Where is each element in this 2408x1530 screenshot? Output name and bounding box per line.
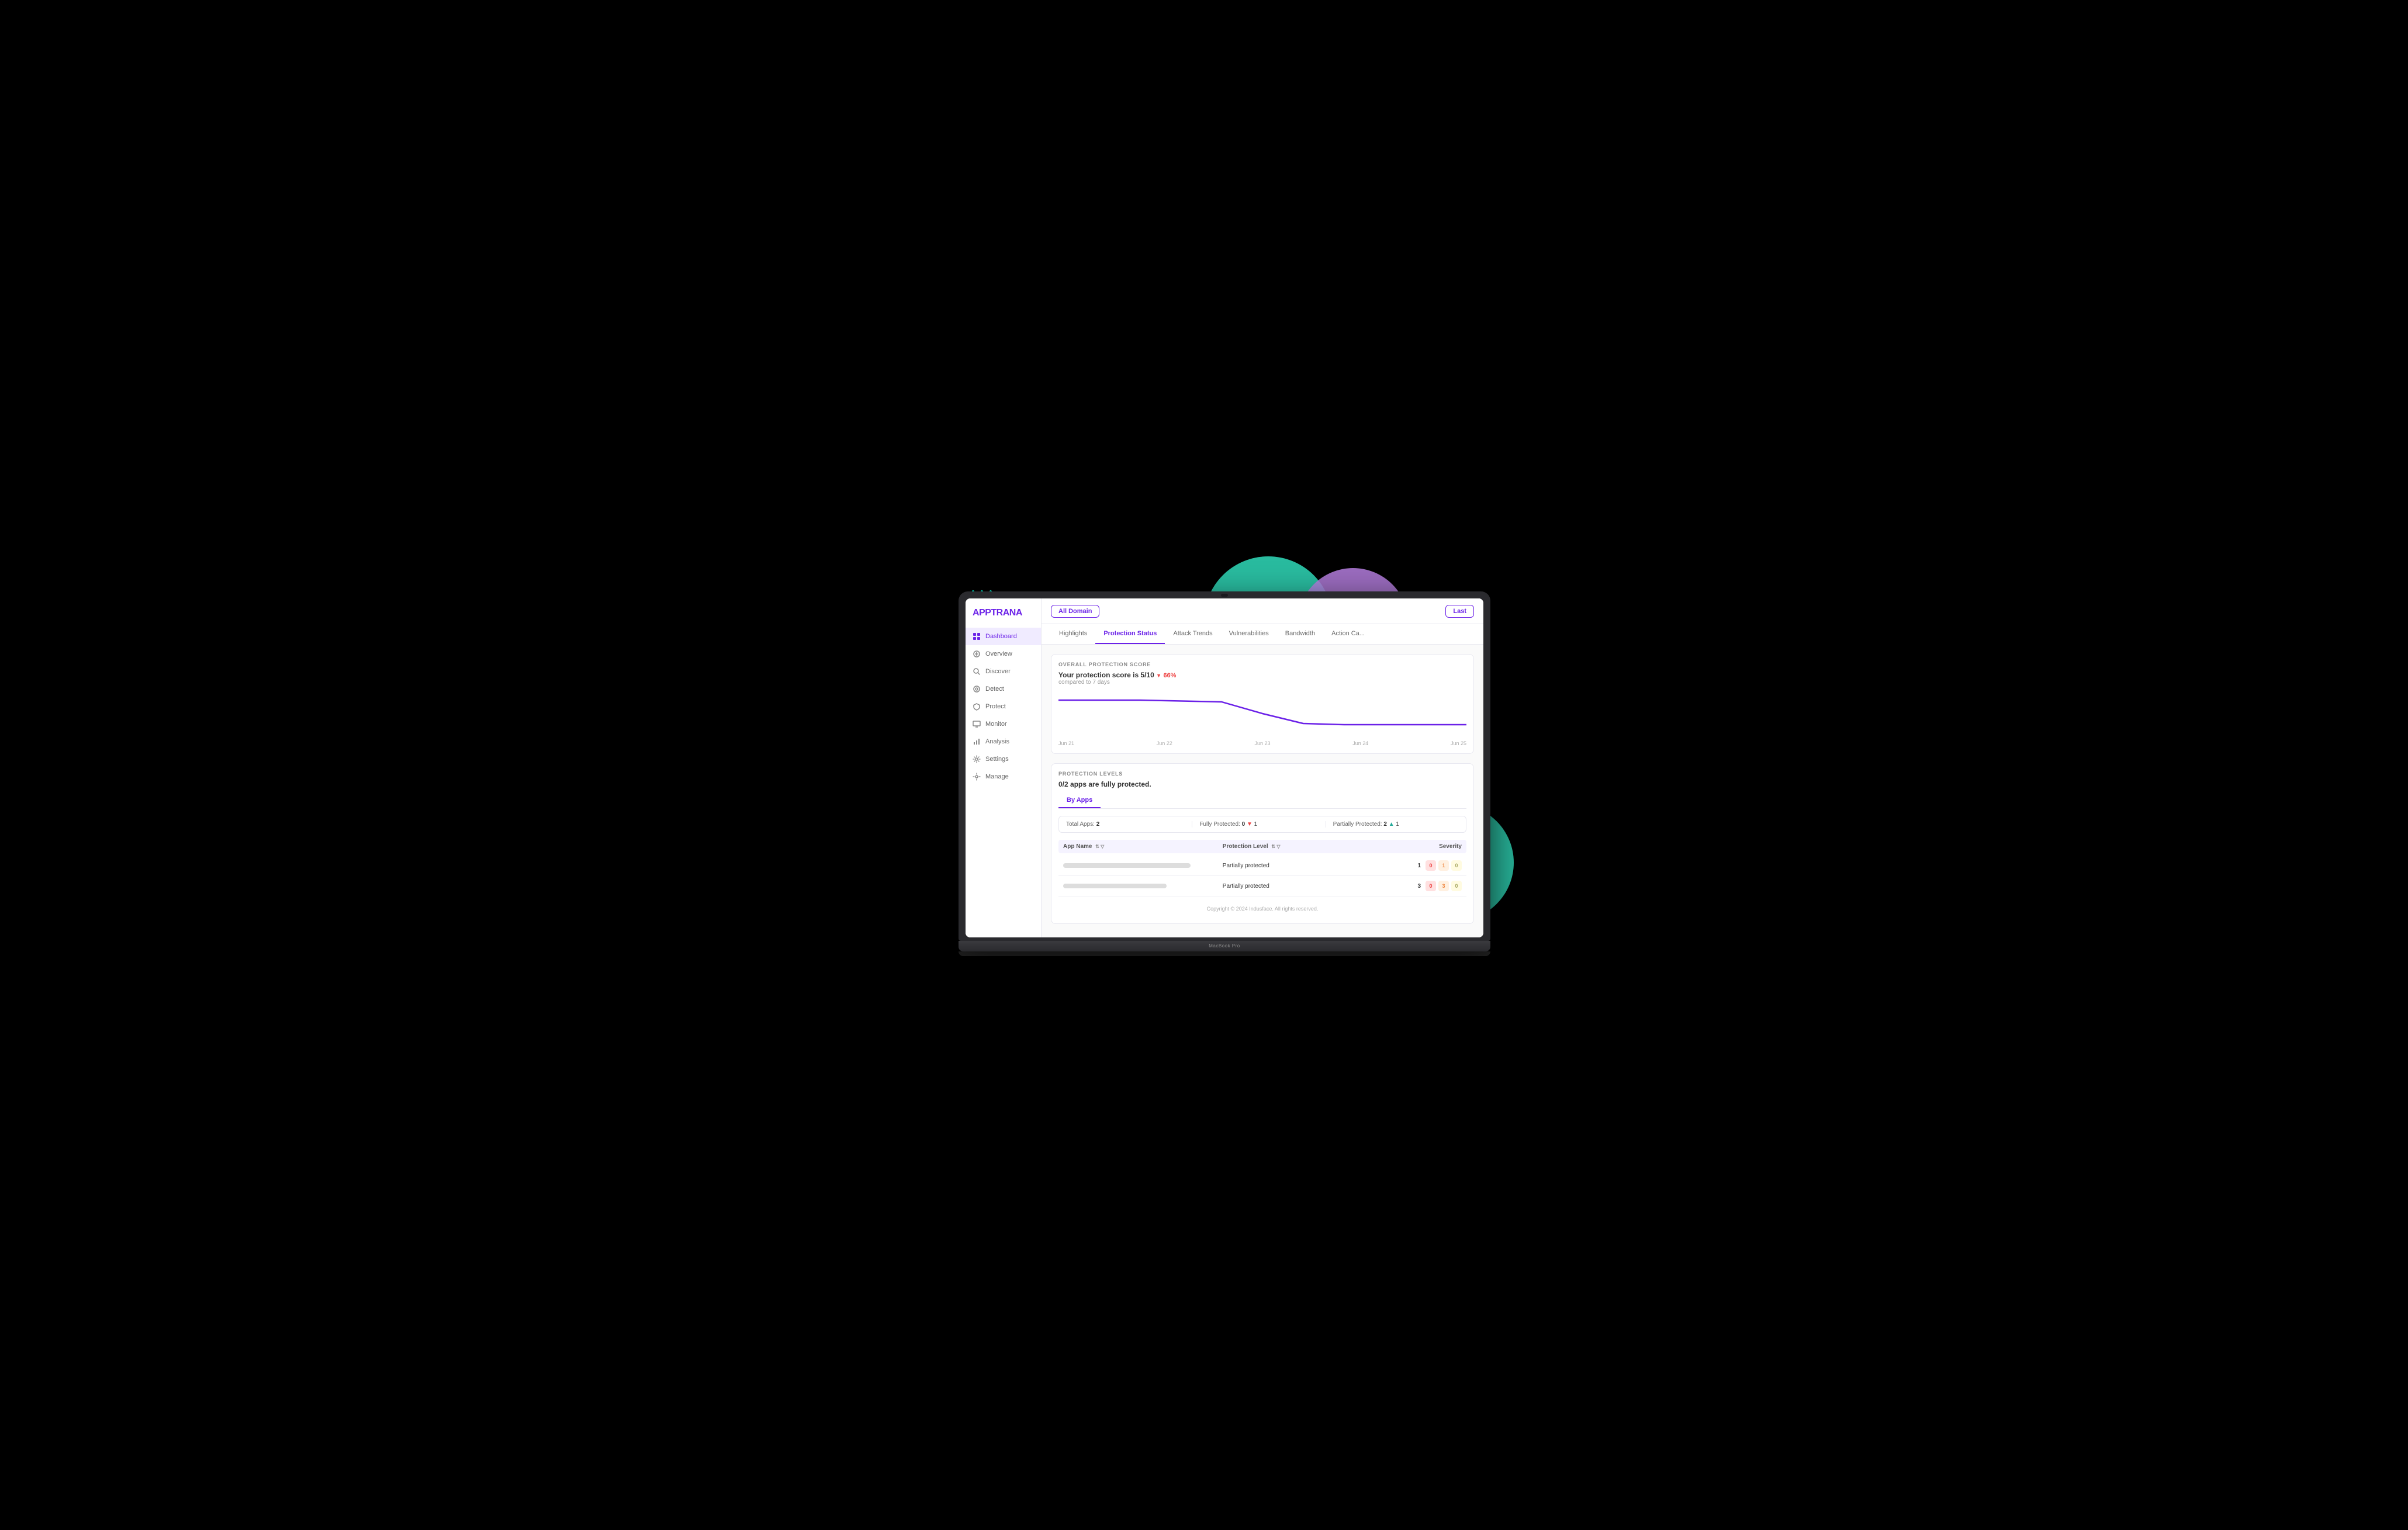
sidebar-item-detect[interactable]: Detect	[966, 680, 1041, 698]
sidebar-item-monitor[interactable]: Monitor	[966, 715, 1041, 733]
sub-tab-by-apps[interactable]: By Apps	[1058, 793, 1101, 808]
sub-tabs: By Apps	[1058, 793, 1466, 809]
protection-section-title: PROTECTION LEVELS	[1058, 771, 1151, 777]
col-header-severity: Severity	[1382, 843, 1462, 850]
sev-orange-1: 1	[1438, 860, 1449, 871]
sidebar-item-analysis[interactable]: Analysis	[966, 733, 1041, 750]
stat-total-apps: Total Apps: 2	[1066, 821, 1192, 828]
detect-icon	[973, 685, 981, 693]
laptop-frame: APPTRANA Dashboard	[959, 591, 1490, 944]
sev-red-1: 0	[1426, 860, 1436, 871]
protection-level-filter-icon[interactable]: ⇅ ▽	[1271, 844, 1280, 849]
stats-row: Total Apps: 2 Fully Protected: 0 ▼ 1	[1058, 816, 1466, 833]
sidebar-item-settings[interactable]: Settings	[966, 750, 1041, 768]
sidebar-label-protect: Protect	[985, 703, 1006, 710]
chart-labels: Jun 21 Jun 22 Jun 23 Jun 24 Jun 25	[1058, 740, 1466, 746]
last-button[interactable]: Last	[1445, 605, 1474, 618]
protection-level-cell-2: Partially protected	[1223, 883, 1382, 889]
laptop-bottom	[959, 951, 1490, 956]
discover-icon	[973, 667, 981, 676]
sidebar-item-manage[interactable]: Manage	[966, 768, 1041, 785]
col-header-protection-level: Protection Level ⇅ ▽	[1223, 843, 1382, 850]
sev-orange-2: 3	[1438, 881, 1449, 891]
dashboard-icon	[973, 632, 981, 641]
sidebar-item-protect[interactable]: Protect	[966, 698, 1041, 715]
score-compared: compared to 7 days	[1058, 679, 1466, 686]
sidebar: APPTRANA Dashboard	[966, 598, 1042, 937]
sidebar-item-dashboard[interactable]: Dashboard	[966, 628, 1041, 645]
sev-num-2: 3	[1417, 883, 1421, 889]
nav-tabs: Highlights Protection Status Attack Tren…	[1042, 624, 1483, 645]
settings-icon	[973, 755, 981, 763]
sidebar-label-overview: Overview	[985, 650, 1012, 657]
sidebar-label-detect: Detect	[985, 686, 1004, 693]
footer-text: Copyright © 2024 Indusface. All rights r…	[1058, 906, 1466, 916]
tab-highlights[interactable]: Highlights	[1051, 624, 1095, 644]
app-name-cell-1	[1063, 863, 1223, 868]
chart-label-1: Jun 22	[1157, 740, 1172, 746]
severity-cell-2: 3 0 3 0	[1382, 881, 1462, 891]
app-name-filter-icon[interactable]: ⇅ ▽	[1095, 844, 1104, 849]
monitor-icon	[973, 720, 981, 728]
severity-cell-1: 1 0 1 0	[1382, 860, 1462, 871]
sidebar-label-discover: Discover	[985, 668, 1011, 675]
chart-section: OVERALL PROTECTION SCORE Your protection…	[1051, 654, 1474, 754]
fully-protected-arrow: ▼	[1247, 821, 1254, 828]
sev-num-1: 1	[1417, 863, 1421, 869]
partially-protected-arrow: ▲	[1389, 821, 1396, 828]
manage-icon	[973, 773, 981, 781]
apps-protected-text: 0/2 apps are fully protected.	[1058, 780, 1151, 788]
laptop-notch	[1221, 594, 1228, 597]
chart-area	[1058, 691, 1466, 738]
stat-fully-protected: Fully Protected: 0 ▼ 1	[1192, 821, 1326, 828]
sidebar-label-manage: Manage	[985, 773, 1009, 780]
chart-label-2: Jun 23	[1254, 740, 1270, 746]
sev-red-2: 0	[1426, 881, 1436, 891]
sidebar-item-overview[interactable]: Overview	[966, 645, 1041, 663]
overview-icon	[973, 650, 981, 658]
tab-vulnerabilities[interactable]: Vulnerabilities	[1221, 624, 1277, 644]
protection-level-cell-1: Partially protected	[1223, 863, 1382, 869]
table-row: Partially protected 1 0 1 0	[1058, 856, 1466, 876]
screen: APPTRANA Dashboard	[966, 598, 1483, 937]
tab-attack-trends[interactable]: Attack Trends	[1165, 624, 1220, 644]
sidebar-label-analysis: Analysis	[985, 738, 1009, 745]
tab-action-ca[interactable]: Action Ca...	[1323, 624, 1373, 644]
sev-yellow-1: 0	[1451, 860, 1462, 871]
score-text: Your protection score is 5/10 ▼ 66%	[1058, 671, 1466, 679]
tab-bandwidth[interactable]: Bandwidth	[1277, 624, 1323, 644]
analysis-icon	[973, 738, 981, 746]
content-area: OVERALL PROTECTION SCORE Your protection…	[1042, 645, 1483, 937]
score-section-title: OVERALL PROTECTION SCORE	[1058, 662, 1466, 667]
sidebar-label-monitor: Monitor	[985, 721, 1007, 728]
app-name-cell-2	[1063, 884, 1223, 888]
protect-icon	[973, 702, 981, 711]
score-arrow: ▼	[1156, 673, 1161, 679]
sidebar-label-dashboard: Dashboard	[985, 633, 1017, 640]
protection-header: PROTECTION LEVELS 0/2 apps are fully pro…	[1058, 771, 1466, 788]
main-content: All Domain Last Highlights Protection St…	[1042, 598, 1483, 937]
score-percent: 66%	[1163, 672, 1176, 679]
chart-label-4: Jun 25	[1451, 740, 1466, 746]
sidebar-label-settings: Settings	[985, 756, 1009, 763]
chart-label-0: Jun 21	[1058, 740, 1074, 746]
chart-label-3: Jun 24	[1352, 740, 1368, 746]
app-name-blur-2	[1063, 884, 1167, 888]
tab-protection-status[interactable]: Protection Status	[1095, 624, 1165, 644]
app-logo: APPTRANA	[966, 608, 1041, 628]
domain-button[interactable]: All Domain	[1051, 605, 1099, 618]
sev-yellow-2: 0	[1451, 881, 1462, 891]
app-name-blur-1	[1063, 863, 1191, 868]
stat-partially-protected: Partially Protected: 2 ▲ 1	[1326, 821, 1459, 828]
laptop-base	[959, 941, 1490, 951]
col-header-app-name: App Name ⇅ ▽	[1063, 843, 1223, 850]
table-row: Partially protected 3 0 3 0	[1058, 876, 1466, 896]
top-bar: All Domain Last	[1042, 598, 1483, 624]
sidebar-item-discover[interactable]: Discover	[966, 663, 1041, 680]
table-header: App Name ⇅ ▽ Protection Level ⇅ ▽ Severi…	[1058, 840, 1466, 853]
protection-section: PROTECTION LEVELS 0/2 apps are fully pro…	[1051, 763, 1474, 924]
